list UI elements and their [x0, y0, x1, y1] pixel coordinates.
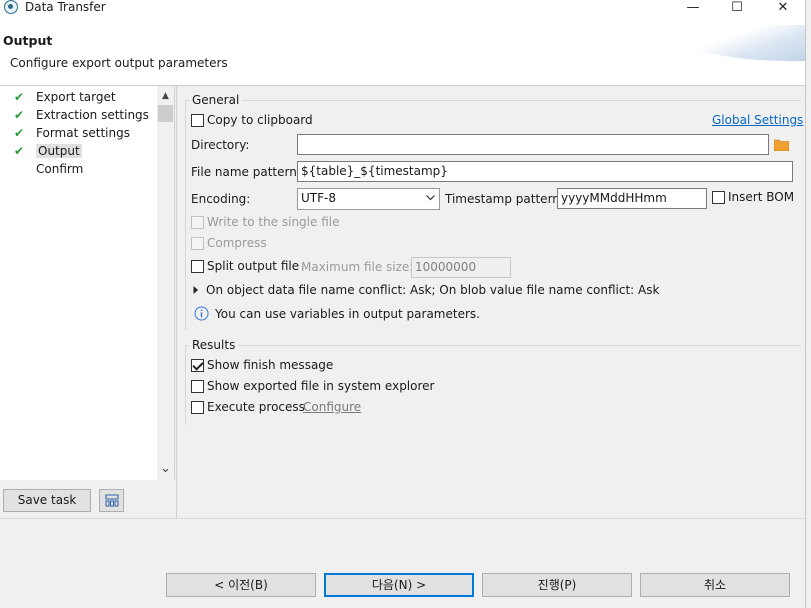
folder-icon[interactable] [774, 139, 789, 151]
nav-item-label: Export target [36, 90, 116, 104]
back-button[interactable]: < 이전(B) [166, 573, 316, 597]
scrollbar-thumb[interactable] [158, 105, 173, 122]
max-file-size-input[interactable]: 10000000 [411, 257, 511, 278]
check-icon: ✔ [14, 108, 25, 122]
copy-to-clipboard-label: Copy to clipboard [207, 113, 313, 127]
timestamp-pattern-input[interactable]: yyyyMMddHHmm [557, 188, 707, 209]
copy-to-clipboard-checkbox[interactable] [191, 114, 204, 127]
encoding-select[interactable]: UTF-8 [297, 188, 440, 210]
show-finish-message-checkbox[interactable] [191, 359, 204, 372]
show-exported-file-checkbox[interactable] [191, 380, 204, 393]
nav-item-label: Output [36, 144, 82, 158]
nav-item-label: Extraction settings [36, 108, 149, 122]
task-config-button[interactable] [99, 489, 124, 512]
page-subtitle: Configure export output parameters [10, 56, 228, 70]
encoding-label: Encoding: [191, 192, 251, 206]
app-icon [4, 0, 18, 14]
task-grid-icon [105, 494, 119, 507]
write-single-file-checkbox[interactable] [191, 216, 204, 229]
show-exported-file-label: Show exported file in system explorer [207, 379, 435, 393]
nav-item-export-target[interactable]: ✔ Export target [14, 88, 116, 106]
file-name-pattern-input[interactable]: ${table}_${timestamp} [297, 161, 793, 182]
cancel-button[interactable]: 취소 [640, 573, 790, 597]
results-group-title: Results [189, 338, 239, 352]
file-name-pattern-label: File name pattern: [191, 165, 301, 179]
nav-item-format-settings[interactable]: ✔ Format settings [14, 124, 130, 142]
nav-item-label: Confirm [36, 162, 84, 176]
compress-label: Compress [207, 236, 267, 250]
execute-process-label: Execute process [207, 400, 305, 414]
insert-bom-checkbox[interactable] [712, 191, 725, 204]
scroll-down-icon[interactable]: ⌄ [157, 462, 174, 476]
check-icon: ✔ [14, 90, 25, 104]
directory-input[interactable] [297, 134, 769, 155]
nav-item-extraction-settings[interactable]: ✔ Extraction settings [14, 106, 149, 124]
general-group-title: General [189, 93, 243, 107]
timestamp-pattern-label: Timestamp pattern: [445, 192, 564, 206]
split-output-file-label: Split output file [207, 259, 300, 273]
execute-process-checkbox[interactable] [191, 401, 204, 414]
scroll-up-icon[interactable]: ▲ [157, 89, 174, 103]
write-single-file-label: Write to the single file [207, 215, 340, 229]
footer-divider [0, 518, 811, 519]
header-decoration [671, 25, 811, 61]
check-icon: ✔ [14, 126, 25, 140]
expand-arrow-icon[interactable] [193, 286, 199, 294]
split-output-file-checkbox[interactable] [191, 260, 204, 273]
nav-item-confirm[interactable]: Confirm [36, 160, 83, 178]
check-icon: ✔ [14, 144, 25, 158]
nav-scrollbar[interactable] [157, 86, 174, 480]
window-edge [805, 0, 811, 608]
show-finish-message-label: Show finish message [207, 358, 334, 372]
compress-checkbox[interactable] [191, 237, 204, 250]
nav-item-output[interactable]: ✔ Output [14, 142, 82, 160]
encoding-value: UTF-8 [301, 191, 336, 205]
info-message: You can use variables in output paramete… [215, 307, 480, 321]
page-header: Output Configure export output parameter… [0, 17, 811, 85]
close-button[interactable]: ✕ [760, 0, 806, 17]
proceed-button[interactable]: 진행(P) [482, 573, 632, 597]
global-settings-link[interactable]: Global Settings [712, 113, 803, 128]
max-file-size-label: Maximum file size: [301, 260, 414, 274]
nav-item-label: Format settings [36, 126, 130, 140]
window-title: Data Transfer [25, 0, 106, 14]
save-task-button[interactable]: Save task [3, 489, 91, 512]
configure-link[interactable]: Configure [303, 400, 361, 415]
chevron-down-icon [426, 195, 435, 201]
next-button[interactable]: 다음(N) > [324, 573, 474, 597]
conflict-settings-expander[interactable]: On object data file name conflict: Ask; … [206, 283, 659, 298]
minimize-button[interactable]: — [670, 0, 716, 17]
directory-label: Directory: [191, 138, 250, 152]
maximize-button[interactable]: ☐ [714, 0, 760, 17]
insert-bom-label: Insert BOM [728, 190, 795, 204]
page-title: Output [3, 33, 53, 48]
info-icon [194, 306, 209, 321]
